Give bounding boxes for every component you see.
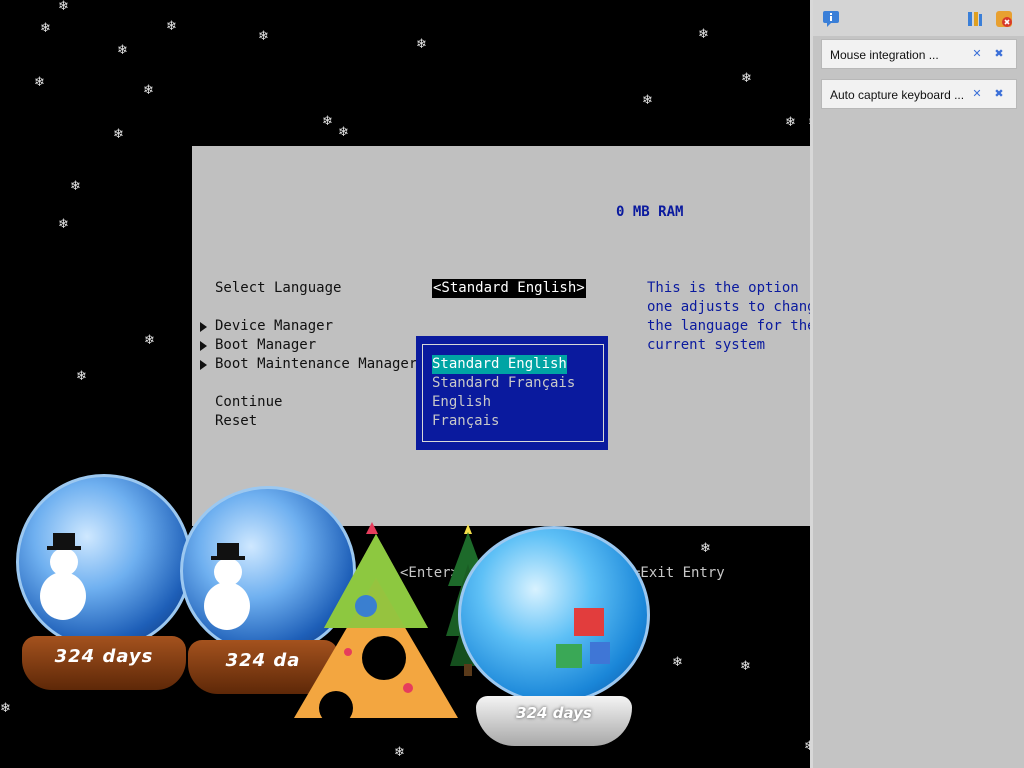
submenu-arrow-icon [200,341,207,351]
submenu-arrow-icon [200,360,207,370]
help-text-line: This is the option [647,280,799,296]
notification-auto-capture[interactable]: Auto capture keyboard ... ✕ ✖ [821,79,1017,109]
dismiss-icon[interactable]: ✕ [970,87,984,101]
select-language-label: Select Language [215,280,342,296]
snowman [204,582,250,630]
side-notification-panel: Mouse integration ... ✕ ✖ Auto capture k… [810,0,1024,768]
side-panel-toolbar [813,0,1024,36]
gift-box [574,608,604,636]
notification-text: Auto capture keyboard ... [830,88,965,102]
vbox-close-icon[interactable] [995,10,1013,28]
menu-item-boot-maintenance-manager[interactable]: Boot Maintenance Manager [215,355,417,374]
notification-text: Mouse integration ... [830,48,939,62]
notification-mouse-integration[interactable]: Mouse integration ... ✕ ✖ [821,39,1017,69]
snow-globe [16,474,192,650]
ram-readout: 0 MB RAM [616,204,684,220]
language-option[interactable]: Standard English [432,355,567,374]
gift-box [556,644,582,668]
gift-box [590,642,610,664]
globe-days-label: 324 days [54,646,154,667]
menu-item-reset[interactable]: Reset [215,412,257,431]
language-popup: Standard English Standard Français Engli… [416,336,608,450]
help-text-line: one adjusts to change [647,299,825,315]
language-option[interactable]: Standard Français [432,374,575,393]
snowman [40,572,86,620]
menu-item-continue[interactable]: Continue [215,393,282,412]
globe-base: 324 days [476,696,632,746]
menu-item-device-manager[interactable]: Device Manager [215,317,333,336]
menu-item-boot-manager[interactable]: Boot Manager [215,336,316,355]
globe-base: 324 days [22,636,186,690]
help-text-line: current system [647,337,766,353]
language-option[interactable]: English [432,393,491,412]
language-option[interactable]: Français [432,412,499,431]
pin-icon[interactable]: ✖ [992,47,1006,61]
snow-globe [458,526,650,704]
submenu-arrow-icon [200,322,207,332]
dismiss-icon[interactable]: ✕ [970,47,984,61]
select-language-value[interactable]: <Standard English> [432,279,586,298]
vbox-info-icon[interactable] [822,10,840,28]
pin-icon[interactable]: ✖ [992,87,1006,101]
globe-days-label: 324 days [516,704,592,722]
footer-exit-hint: =Exit Entry [632,565,725,581]
vbox-settings-icon[interactable] [966,10,984,28]
help-text-line: the language for the [647,318,816,334]
